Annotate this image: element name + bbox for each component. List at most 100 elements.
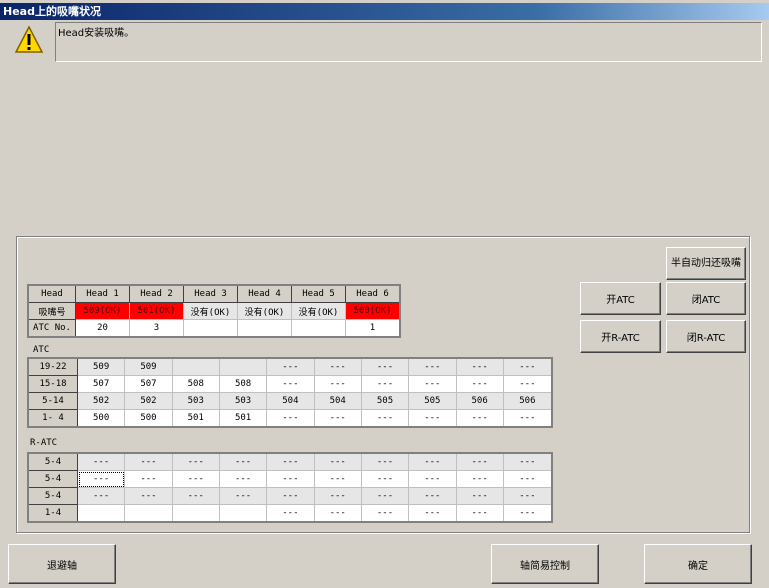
table-cell[interactable]: --- [502,504,553,523]
table-cell[interactable] [76,504,126,523]
table-cell[interactable]: --- [171,452,220,471]
table-cell[interactable]: --- [408,409,457,428]
table-cell[interactable]: 504 [266,392,315,410]
retract-axis-button[interactable]: 退避轴 [8,544,116,584]
table-cell[interactable]: --- [266,375,315,393]
table-cell[interactable]: --- [408,470,457,488]
table-cell[interactable] [291,319,346,338]
table-cell[interactable]: 508 [218,375,268,393]
table-cell[interactable]: --- [408,487,457,505]
table-cell[interactable]: 506 [502,392,553,410]
semi-auto-return-button[interactable]: 半自动归还吸嘴 [666,247,746,280]
table-cell[interactable]: 502 [76,392,126,410]
table-cell[interactable]: --- [76,470,126,488]
table-cell[interactable]: 500(OK) [345,302,401,320]
table-cell[interactable]: 501 [218,409,268,428]
table-cell[interactable]: 500 [124,409,173,428]
table-cell[interactable]: --- [360,375,410,393]
table-cell[interactable]: --- [408,452,457,471]
open-ratc-button[interactable]: 开R-ATC [580,320,661,353]
table-cell[interactable]: --- [266,409,315,428]
close-atc-button[interactable]: 闭ATC [666,282,746,315]
table-cell[interactable]: 505 [408,392,457,410]
table-cell[interactable]: --- [502,487,553,505]
table-cell[interactable]: --- [266,470,315,488]
table-cell[interactable]: --- [360,452,410,471]
table-cell[interactable]: 505 [360,392,410,410]
table-cell[interactable] [171,504,220,523]
table-cell[interactable]: --- [408,504,457,523]
open-atc-button[interactable]: 开ATC [580,282,661,315]
table-cell[interactable]: 1 [345,319,401,338]
table-cell[interactable]: 506 [455,392,504,410]
table-cell[interactable]: --- [266,452,315,471]
table-cell[interactable]: --- [408,357,457,376]
table-cell[interactable]: --- [266,487,315,505]
table-cell[interactable]: --- [360,504,410,523]
axis-simple-control-button[interactable]: 轴简易控制 [491,544,599,584]
table-cell[interactable]: 500 [76,409,126,428]
table-cell[interactable]: --- [171,470,220,488]
table-cell[interactable]: 503 [218,392,268,410]
ok-button[interactable]: 确定 [644,544,752,584]
table-cell[interactable] [237,319,292,338]
table-cell[interactable]: --- [455,504,504,523]
table-cell[interactable]: 509 [124,357,173,376]
table-cell[interactable]: --- [408,375,457,393]
table-cell[interactable]: --- [218,452,268,471]
table-cell[interactable]: 503 [171,392,220,410]
table-cell[interactable] [171,357,220,376]
close-ratc-button[interactable]: 闭R-ATC [666,320,746,353]
table-cell[interactable]: 没有(OK) [291,302,346,320]
table-cell[interactable]: --- [360,470,410,488]
table-cell[interactable]: --- [360,409,410,428]
table-cell[interactable]: 501 [171,409,220,428]
table-cell[interactable]: 509 [76,357,126,376]
table-cell[interactable]: --- [313,375,362,393]
table-cell[interactable] [218,357,268,376]
table-cell[interactable]: --- [502,357,553,376]
table-cell[interactable]: --- [455,487,504,505]
table-cell[interactable]: 没有(OK) [183,302,238,320]
table-cell[interactable]: --- [502,409,553,428]
table-cell[interactable]: --- [455,470,504,488]
table-cell[interactable]: --- [313,452,362,471]
table-cell[interactable]: --- [455,409,504,428]
table-cell[interactable]: --- [502,470,553,488]
table-cell[interactable]: --- [266,504,315,523]
table-cell[interactable]: --- [360,357,410,376]
table-cell[interactable]: --- [171,487,220,505]
table-cell[interactable]: --- [313,487,362,505]
table-cell[interactable]: --- [124,470,173,488]
table-cell[interactable]: 507 [76,375,126,393]
table-cell[interactable]: 没有(OK) [237,302,292,320]
table-cell[interactable]: --- [266,357,315,376]
table-cell[interactable]: --- [455,375,504,393]
table-cell[interactable] [183,319,238,338]
table-cell[interactable]: 20 [75,319,130,338]
table-cell[interactable]: --- [218,487,268,505]
table-cell[interactable] [218,504,268,523]
table-cell[interactable]: --- [360,487,410,505]
table-cell[interactable]: --- [218,470,268,488]
table-cell[interactable]: 3 [129,319,184,338]
table-cell[interactable]: --- [124,452,173,471]
table-cell[interactable]: 501(OK) [129,302,184,320]
table-cell[interactable]: --- [455,357,504,376]
table-cell[interactable]: --- [455,452,504,471]
table-cell[interactable]: --- [313,470,362,488]
table-cell[interactable]: 509(OK) [75,302,130,320]
table-cell[interactable]: 507 [124,375,173,393]
table-cell[interactable]: --- [502,452,553,471]
table-cell[interactable]: 502 [124,392,173,410]
table-cell[interactable]: --- [76,452,126,471]
table-cell[interactable]: --- [124,487,173,505]
table-cell[interactable]: --- [313,504,362,523]
table-cell[interactable]: --- [313,357,362,376]
table-cell[interactable]: 508 [171,375,220,393]
table-cell[interactable]: --- [313,409,362,428]
table-cell[interactable]: 504 [313,392,362,410]
table-cell[interactable] [124,504,173,523]
table-cell[interactable]: --- [76,487,126,505]
table-cell[interactable]: --- [502,375,553,393]
